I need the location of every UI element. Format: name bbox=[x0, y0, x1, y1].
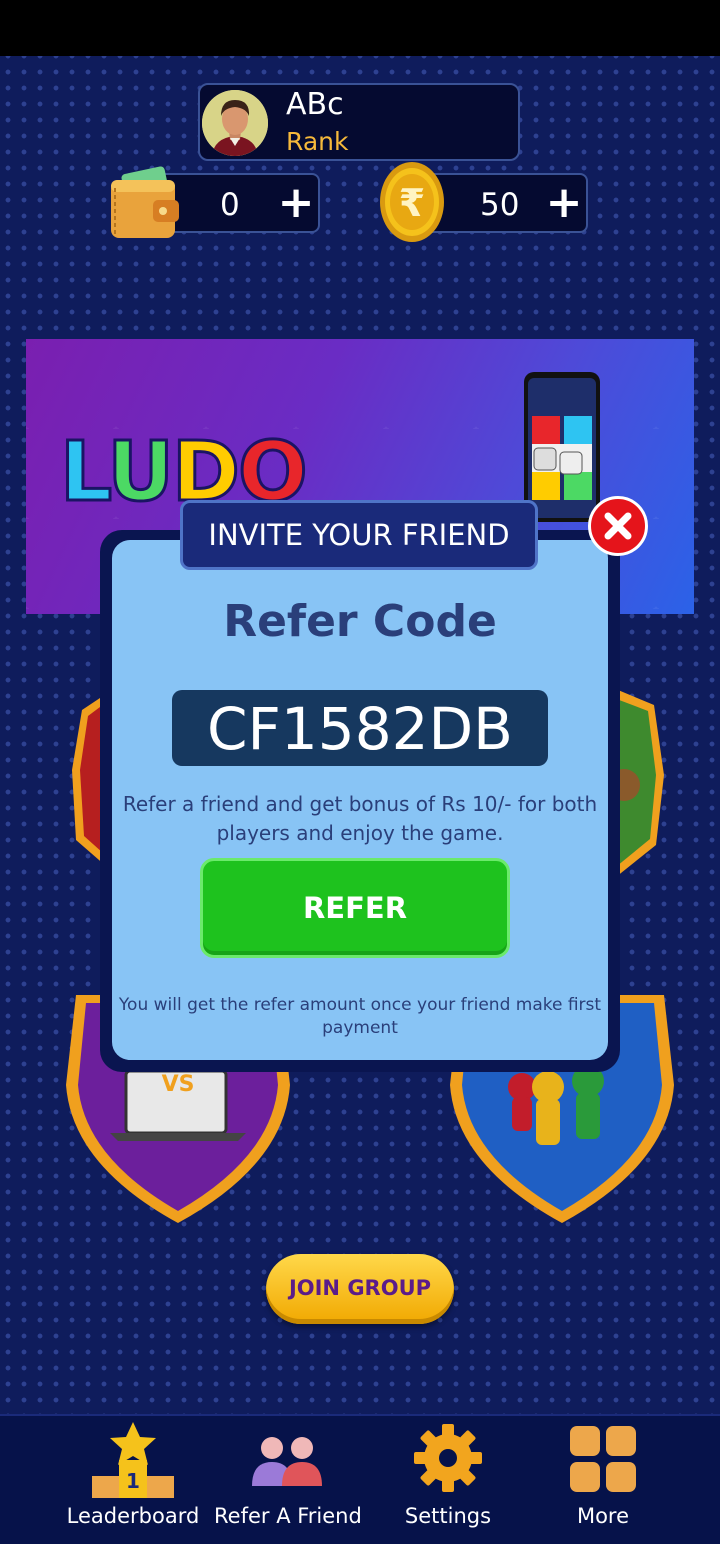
profile-card[interactable]: ABc Rank bbox=[198, 83, 520, 161]
leaderboard-icon: 1 bbox=[92, 1422, 174, 1498]
add-coins-button[interactable]: + bbox=[542, 177, 586, 229]
more-grid-icon bbox=[570, 1426, 636, 1492]
nav-refer-friend-label: Refer A Friend bbox=[214, 1504, 362, 1528]
close-button[interactable] bbox=[588, 496, 648, 556]
add-wallet-button[interactable]: + bbox=[274, 177, 318, 229]
refer-note: You will get the refer amount once your … bbox=[118, 995, 602, 1038]
refer-button[interactable]: REFER bbox=[200, 858, 510, 958]
nav-leaderboard-label: Leaderboard bbox=[66, 1504, 200, 1528]
nav-more[interactable]: More bbox=[548, 1416, 658, 1544]
refer-code-value[interactable]: CF1582DB bbox=[172, 690, 548, 766]
status-bar bbox=[0, 0, 720, 56]
bottom-nav: 1 Leaderboard Refer A Friend Settings Mo… bbox=[0, 1414, 720, 1544]
nav-leaderboard[interactable]: 1 Leaderboard bbox=[62, 1416, 204, 1544]
player-name: ABc bbox=[286, 87, 344, 122]
refer-code-title: Refer Code bbox=[223, 596, 497, 647]
modal-header: INVITE YOUR FRIEND bbox=[180, 500, 538, 570]
svg-text:VS: VS bbox=[162, 1072, 195, 1097]
refer-friend-icon bbox=[252, 1437, 322, 1486]
nav-settings[interactable]: Settings bbox=[388, 1416, 508, 1544]
gear-icon bbox=[414, 1424, 482, 1492]
join-group-button[interactable]: JOIN GROUP bbox=[266, 1254, 454, 1324]
coin-value: 50 bbox=[480, 187, 520, 223]
nav-more-label: More bbox=[576, 1504, 630, 1528]
wallet-value: 0 bbox=[220, 187, 240, 223]
svg-text:₹: ₹ bbox=[399, 181, 425, 225]
close-icon bbox=[604, 512, 632, 540]
player-rank: Rank bbox=[286, 127, 349, 156]
wallet-icon bbox=[109, 166, 181, 242]
avatar bbox=[202, 90, 268, 156]
refer-description: Refer a friend and get bonus of Rs 10/- … bbox=[122, 792, 598, 845]
phone-preview-image bbox=[522, 372, 602, 522]
rupee-coin-icon: ₹ bbox=[378, 161, 446, 243]
nav-settings-label: Settings bbox=[404, 1504, 492, 1528]
nav-refer-friend[interactable]: Refer A Friend bbox=[214, 1416, 362, 1544]
svg-text:1: 1 bbox=[126, 1469, 140, 1493]
